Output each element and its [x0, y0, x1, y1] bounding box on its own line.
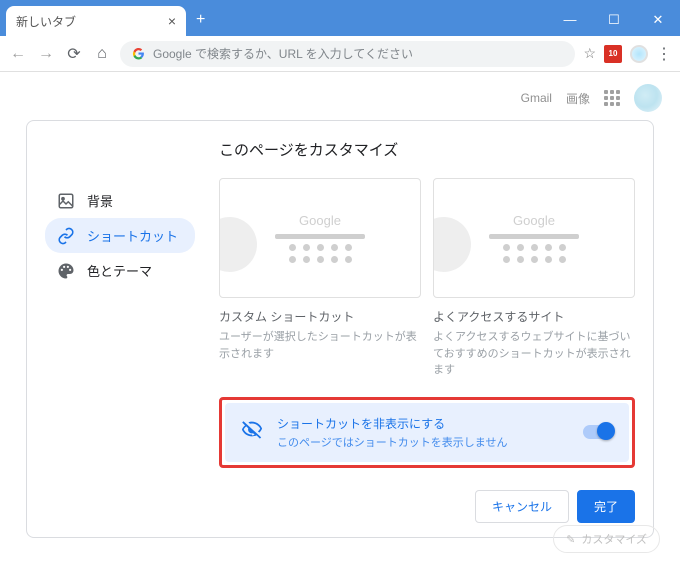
home-button[interactable]: ⌂: [92, 45, 112, 63]
address-bar[interactable]: Google で検索するか、URL を入力してください: [120, 41, 575, 67]
forward-button[interactable]: →: [36, 45, 56, 63]
sidebar-item-theme[interactable]: 色とテーマ: [45, 253, 195, 288]
hide-shortcuts-title: ショートカットを非表示にする: [277, 415, 507, 432]
card-title: よくアクセスするサイト: [433, 308, 635, 325]
window-controls: — ☐ ✕: [548, 12, 680, 28]
card-custom-shortcuts[interactable]: Google カスタム ショートカット ユーザーが選択したショートカットが表示さ…: [219, 178, 421, 379]
ext-badge-count: 10: [609, 49, 618, 58]
apps-grid-icon[interactable]: [604, 90, 620, 106]
card-most-visited[interactable]: Google よくアクセスするサイト よくアクセスするウェブサイトに基づいておす…: [433, 178, 635, 379]
omnibox-placeholder: Google で検索するか、URL を入力してください: [153, 45, 413, 62]
account-avatar[interactable]: [634, 84, 662, 112]
pencil-icon: ✎: [566, 533, 575, 546]
browser-menu-button[interactable]: ⋮: [656, 44, 672, 64]
sidebar-item-background[interactable]: 背景: [45, 183, 195, 218]
minimize-button[interactable]: —: [548, 12, 592, 28]
visibility-off-icon: [241, 418, 263, 446]
dialog-content: このページをカスタマイズ Google カスタム ショート: [219, 139, 635, 523]
browser-tab[interactable]: 新しいタブ ×: [6, 6, 186, 36]
google-g-icon: [132, 47, 145, 60]
maximize-button[interactable]: ☐: [592, 12, 636, 28]
hide-shortcuts-sub: このページではショートカットを表示しません: [277, 434, 507, 450]
done-button[interactable]: 完了: [577, 490, 635, 523]
dialog-title: このページをカスタマイズ: [219, 139, 635, 160]
new-tab-page: Gmail 画像 背景 ショートカット: [0, 72, 680, 561]
ntp-top-links: Gmail 画像: [521, 84, 662, 112]
hide-shortcuts-toggle[interactable]: [583, 425, 613, 439]
link-icon: [57, 227, 75, 245]
profile-avatar-icon[interactable]: [630, 45, 648, 63]
card-title: カスタム ショートカット: [219, 308, 421, 325]
preview-globe-circle: [433, 217, 471, 272]
sidebar-item-label: 色とテーマ: [87, 261, 152, 280]
close-tab-icon[interactable]: ×: [168, 13, 176, 29]
hide-shortcuts-row[interactable]: ショートカットを非表示にする このページではショートカットを表示しません: [225, 403, 629, 462]
gmail-link[interactable]: Gmail: [521, 91, 552, 105]
preview-logo: Google: [489, 213, 579, 228]
close-window-button[interactable]: ✕: [636, 12, 680, 28]
preview-avatar-circle: [219, 217, 257, 272]
window-titlebar: 新しいタブ × + — ☐ ✕: [0, 0, 680, 36]
sidebar-item-shortcuts[interactable]: ショートカット: [45, 218, 195, 253]
card-desc: よくアクセスするウェブサイトに基づいておすすめのショートカットが表示されます: [433, 329, 635, 379]
dialog-sidebar: 背景 ショートカット 色とテーマ: [45, 139, 195, 523]
tab-title: 新しいタブ: [16, 13, 76, 30]
image-icon: [57, 192, 75, 210]
reload-button[interactable]: ⟳: [64, 44, 84, 64]
sidebar-item-label: 背景: [87, 191, 113, 210]
card-desc: ユーザーが選択したショートカットが表示されます: [219, 329, 421, 362]
customize-fab-label: カスタマイズ: [581, 531, 647, 547]
customize-dialog: 背景 ショートカット 色とテーマ このページをカスタマイズ: [26, 120, 654, 538]
cancel-button[interactable]: キャンセル: [475, 490, 569, 523]
customize-fab[interactable]: ✎ カスタマイズ: [553, 525, 660, 553]
browser-toolbar: ← → ⟳ ⌂ Google で検索するか、URL を入力してください ☆ 10…: [0, 36, 680, 72]
preview-logo: Google: [275, 213, 365, 228]
bookmark-star-icon[interactable]: ☆: [583, 45, 596, 62]
new-tab-button[interactable]: +: [196, 11, 205, 29]
highlight-annotation: ショートカットを非表示にする このページではショートカットを表示しません: [219, 397, 635, 468]
palette-icon: [57, 262, 75, 280]
sidebar-item-label: ショートカット: [87, 226, 178, 245]
images-link[interactable]: 画像: [566, 90, 590, 107]
gmail-extension-icon[interactable]: 10: [604, 45, 622, 63]
back-button[interactable]: ←: [8, 45, 28, 63]
